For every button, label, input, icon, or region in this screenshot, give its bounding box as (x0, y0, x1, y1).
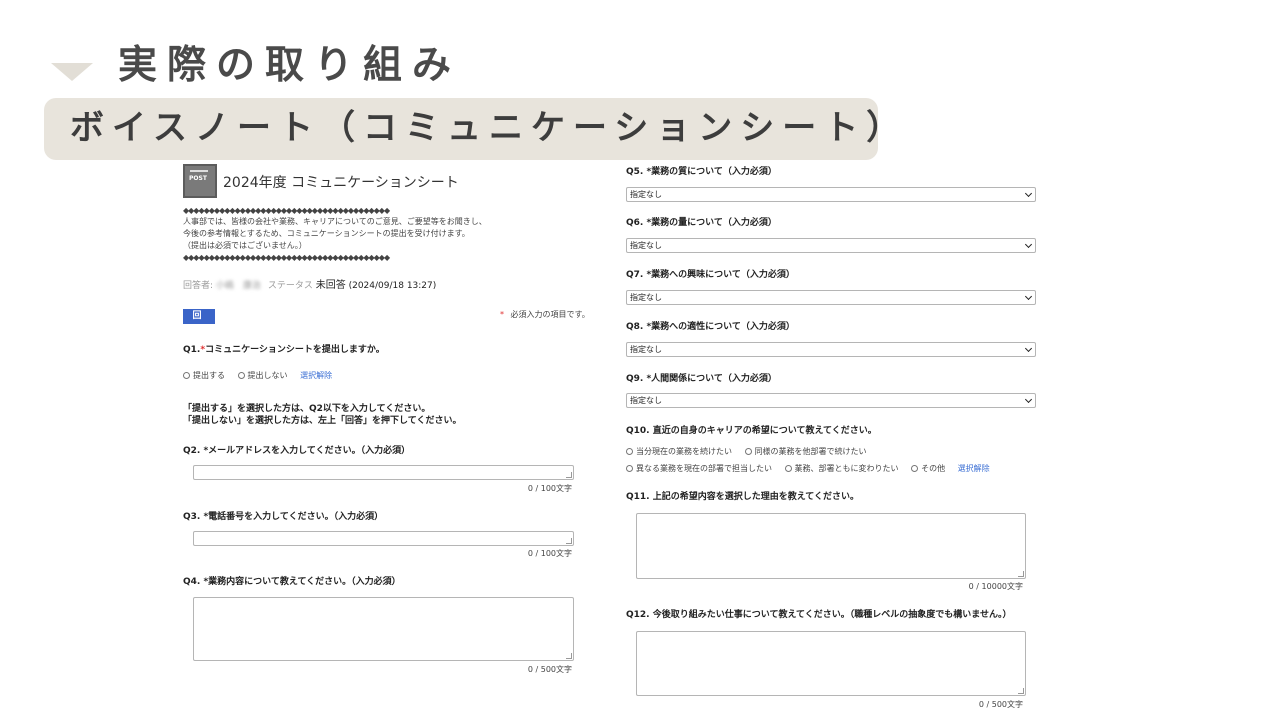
q3-label: Q3. *電話番号を入力してください。（入力必須） (183, 512, 384, 522)
q12-textarea[interactable] (636, 631, 1026, 696)
q8-select[interactable]: 指定なし (626, 342, 1036, 357)
q1-number: Q1. (183, 345, 201, 355)
q9-select[interactable]: 指定なし (626, 393, 1036, 408)
instruction-line-1: 「提出する」を選択した方は、Q2以下を入力してください。 (183, 404, 431, 414)
status-value: 未回答 (315, 280, 346, 291)
intro-line-1: 人事部では、皆様の会社や業務、キャリアについてのご意見、ご要望等をお聞きし、 (183, 217, 487, 226)
radio-icon[interactable] (911, 465, 919, 472)
q4-textarea[interactable] (193, 597, 574, 661)
chevron-down-icon (1024, 240, 1033, 249)
q6-label: Q6. *業務の量について（入力必須） (626, 218, 777, 228)
q7-label: Q7. *業務への興味について（入力必須） (626, 270, 795, 280)
q12-counter: 0 / 500文字 (978, 700, 1023, 709)
q10-option-2-label: 同様の業務を他部署で続けたい (754, 447, 867, 456)
q2-email-field[interactable] (193, 465, 574, 480)
radio-icon[interactable] (626, 465, 633, 472)
post-icon-label: POST (189, 175, 207, 182)
answer-button[interactable]: 回 答 (183, 309, 215, 336)
status-label: ステータス (267, 281, 313, 291)
instruction-line-2: 「提出しない」を選択した方は、左上「回答」を押下してください。 (183, 416, 462, 426)
intro-divider-top: ◆◆◆◆◆◆◆◆◆◆◆◆◆◆◆◆◆◆◆◆◆◆◆◆◆◆◆◆◆◆◆◆◆◆◆◆◆◆◆◆ (183, 206, 390, 215)
q1-option-not-submit-label: 提出しない (247, 371, 288, 380)
q10-options-row-2: 異なる業務を現在の部署で担当したい 業務、部署ともに変わりたい その他 選択解除 (626, 463, 990, 474)
triangle-marker-icon (51, 63, 93, 81)
required-note-row: * 必須入力の項目です。 (500, 309, 590, 320)
required-mark: * (500, 310, 504, 319)
q1-option-submit-label: 提出する (193, 371, 225, 380)
chevron-down-icon (1024, 395, 1033, 404)
q5-select[interactable]: 指定なし (626, 187, 1036, 202)
q11-textarea[interactable] (636, 513, 1026, 579)
chevron-down-icon (1024, 292, 1033, 301)
q8-label: Q8. *業務への適性について（入力必須） (626, 322, 795, 332)
q10-option-4[interactable]: 業務、部署ともに変わりたい (784, 464, 899, 473)
q10-option-1-label: 当分現在の業務を続けたい (636, 447, 732, 456)
q10-option-2[interactable]: 同様の業務を他部署で続けたい (744, 447, 867, 456)
q1-option-not-submit[interactable]: 提出しない (237, 371, 288, 380)
q11-label: Q11. 上記の希望内容を選択した理由を教えてください。 (626, 492, 860, 502)
radio-icon[interactable] (183, 372, 190, 379)
q10-options-row-1: 当分現在の業務を続けたい 同様の業務を他部署で続けたい (626, 446, 877, 457)
q11-counter: 0 / 10000文字 (968, 582, 1023, 591)
q1-option-submit[interactable]: 提出する (183, 371, 225, 380)
q10-label: Q10. 直近の自身のキャリアの希望について教えてください。 (626, 426, 877, 436)
required-note: 必須入力の項目です。 (510, 310, 590, 319)
intro-line-2: 今後の参考情報とするため、コミュニケーションシートの提出を受け付けます。 (183, 229, 470, 238)
q7-select[interactable]: 指定なし (626, 290, 1036, 305)
slide-title: 実際の取り組み (118, 43, 462, 88)
q4-counter: 0 / 500文字 (527, 665, 572, 674)
q9-label: Q9. *人間関係について（入力必須） (626, 374, 777, 384)
q8-select-value: 指定なし (630, 345, 662, 354)
q10-option-3[interactable]: 異なる業務を現在の部署で担当したい (626, 464, 772, 473)
respondent-row: 回答者: 小嶋 康治 ステータス 未回答 (2024/09/18 13:27) (183, 280, 436, 292)
q5-select-value: 指定なし (630, 190, 662, 199)
status-date: (2024/09/18 13:27) (348, 281, 437, 291)
post-box-icon: POST (183, 164, 217, 198)
q6-select-value: 指定なし (630, 241, 662, 250)
intro-divider-bottom: ◆◆◆◆◆◆◆◆◆◆◆◆◆◆◆◆◆◆◆◆◆◆◆◆◆◆◆◆◆◆◆◆◆◆◆◆◆◆◆◆ (183, 253, 390, 262)
q2-label: Q2. *メールアドレスを入力してください。（入力必須） (183, 446, 411, 456)
chevron-down-icon (1024, 344, 1033, 353)
q12-label: Q12. 今後取り組みたい仕事について教えてください。（職種レベルの抽象度でも構… (626, 610, 1012, 620)
q10-option-1[interactable]: 当分現在の業務を続けたい (626, 447, 732, 456)
slide-subtitle: ボイスノート（コミュニケーションシート） (70, 108, 909, 148)
respondent-name: 小嶋 康治 (215, 281, 261, 291)
q3-counter: 0 / 100文字 (527, 549, 572, 558)
respondent-label: 回答者: (183, 281, 214, 291)
q2-counter: 0 / 100文字 (527, 484, 572, 493)
intro-line-3: （提出は必須ではございません。） (183, 241, 307, 250)
q10-option-5[interactable]: その他 (911, 464, 945, 473)
q10-option-4-label: 業務、部署ともに変わりたい (794, 464, 899, 473)
q10-option-5-label: その他 (921, 464, 946, 473)
q7-select-value: 指定なし (630, 293, 662, 302)
q3-phone-field[interactable] (193, 531, 574, 546)
q9-select-value: 指定なし (630, 396, 662, 405)
q1-options: 提出する 提出しない 選択解除 (183, 370, 332, 381)
radio-icon[interactable] (237, 372, 245, 379)
q5-label: Q5. *業務の質について（入力必須） (626, 167, 777, 177)
q1-clear-link[interactable]: 選択解除 (300, 371, 332, 380)
chevron-down-icon (1024, 189, 1033, 198)
q1-label: Q1.*コミュニケーションシートを提出しますか。 (183, 344, 385, 356)
q1-text: コミュニケーションシートを提出しますか。 (205, 345, 385, 355)
radio-icon[interactable] (626, 448, 633, 455)
radio-icon[interactable] (784, 465, 792, 472)
radio-icon[interactable] (744, 448, 752, 455)
q4-label: Q4. *業務内容について教えてください。（入力必須） (183, 577, 401, 587)
q10-option-3-label: 異なる業務を現在の部署で担当したい (636, 464, 772, 473)
form-title: 2024年度 コミュニケーションシート (223, 175, 459, 191)
q10-clear-link[interactable]: 選択解除 (958, 464, 990, 473)
q6-select[interactable]: 指定なし (626, 238, 1036, 253)
